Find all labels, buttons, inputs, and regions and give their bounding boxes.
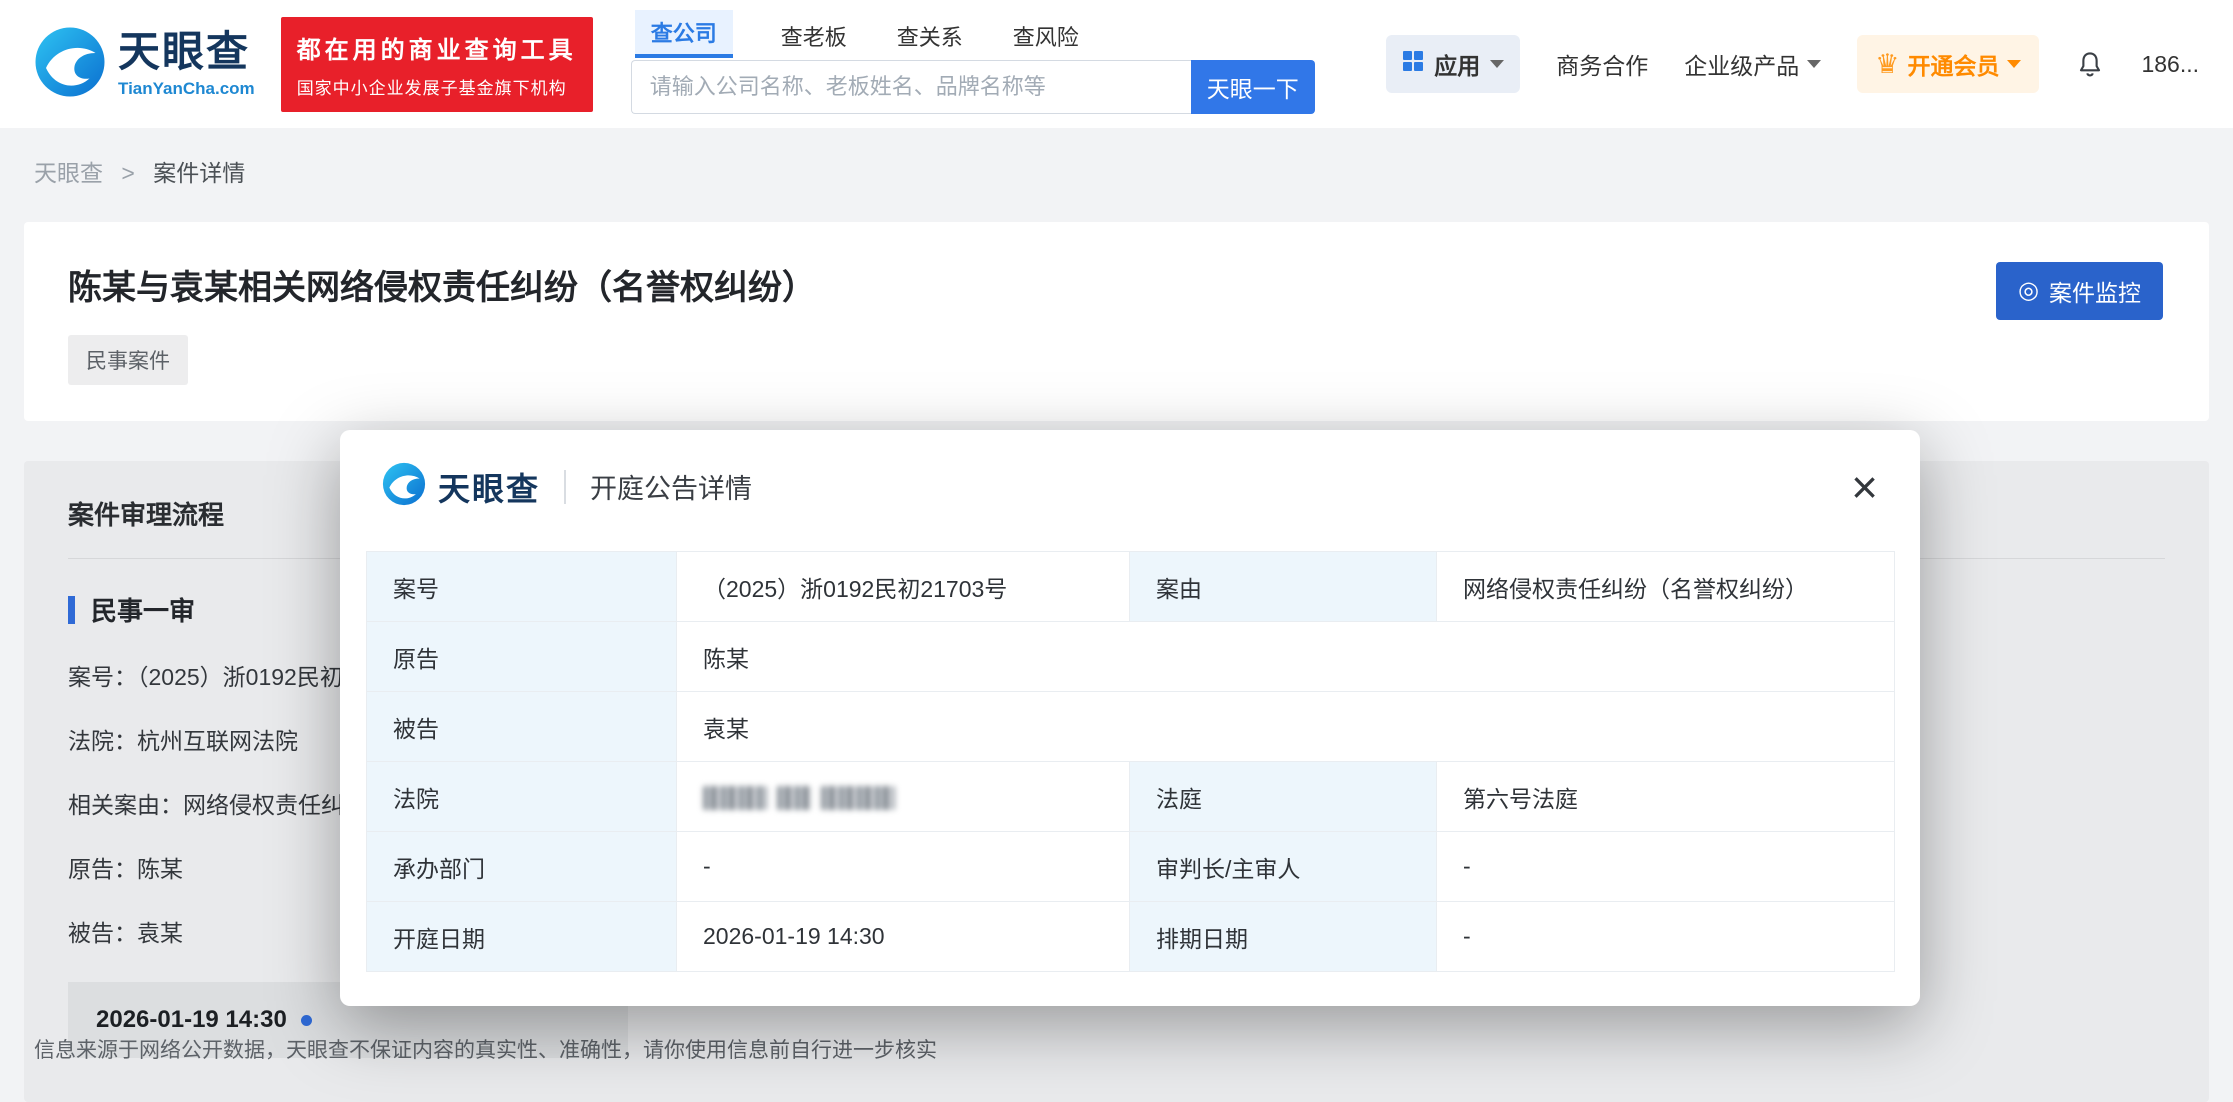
field-value: 网络侵权责任纠纷（名誉权纠纷）: [1436, 551, 1895, 622]
footer-disclaimer: 信息来源于网络公开数据，天眼查不保证内容的真实性、准确性，请你使用信息前自行进一…: [34, 1039, 937, 1062]
search-tab-company[interactable]: 查公司: [634, 10, 733, 58]
field-label: 法院: [366, 761, 677, 832]
hearing-detail-table: 案号 （2025）浙0192民初21703号 案由 网络侵权责任纠纷（名誉权纠纷） 原告…: [366, 551, 1895, 972]
brand-name: 天眼查: [118, 28, 251, 75]
chevron-down-icon: [1807, 60, 1822, 68]
promo-line-2: 国家中小企业发展子基金旗下机构: [296, 78, 567, 98]
field-label: 排期日期: [1129, 901, 1437, 972]
notification-bell-icon[interactable]: [2075, 49, 2105, 79]
search-tab-boss[interactable]: 查老板: [779, 14, 849, 58]
table-row: 案号 （2025）浙0192民初21703号 案由 网络侵权责任纠纷（名誉权纠纷）: [366, 551, 1895, 622]
promo-line-1: 都在用的商业查询工具: [296, 36, 577, 64]
field-value: -: [1436, 901, 1895, 972]
tianyancha-logo-icon: [382, 462, 426, 511]
modal-title: 开庭公告详情: [590, 474, 753, 504]
breadcrumb-separator: >: [121, 160, 135, 186]
search-area: 查公司 查老板 查关系 查风险 天眼一下: [630, 10, 1315, 114]
field-value: 第六号法庭: [1436, 761, 1895, 832]
breadcrumb-home-link[interactable]: 天眼查: [34, 160, 103, 186]
apps-grid-icon: [1402, 50, 1424, 78]
modal-header: 天眼查 开庭公告详情 ×: [340, 430, 1920, 533]
field-value: -: [1436, 831, 1895, 902]
search-tab-relation[interactable]: 查关系: [895, 14, 965, 58]
top-header: 天眼查 TianYanCha.com 都在用的商业查询工具 国家中小企业发展子基…: [0, 0, 2233, 128]
stage-accent-bar: [68, 595, 75, 624]
field-value: -: [676, 831, 1130, 902]
redacted-court-value: [703, 785, 767, 810]
apps-menu[interactable]: 应用: [1386, 35, 1521, 93]
field-value: 陈某: [676, 621, 1895, 692]
field-value: [676, 761, 1130, 832]
table-row: 法院 法庭 第六号法庭: [366, 761, 1895, 832]
search-tabs: 查公司 查老板 查关系 查风险: [631, 10, 1315, 58]
case-title-card: 陈某与袁某相关网络侵权责任纠纷（名誉权纠纷） 民事案件 ◎ 案件监控: [24, 222, 2209, 421]
breadcrumb-current: 案件详情: [153, 160, 246, 186]
table-row: 承办部门 - 审判长/主审人 -: [366, 831, 1895, 902]
monitor-icon: ◎: [2018, 277, 2039, 304]
case-type-badge: 民事案件: [68, 335, 188, 385]
search-button[interactable]: 天眼一下: [1190, 60, 1315, 114]
modal-brand-name: 天眼查: [438, 470, 541, 507]
apps-menu-label: 应用: [1434, 53, 1481, 79]
user-phone[interactable]: 186...: [2141, 51, 2199, 78]
nav-business-cooperation[interactable]: 商务合作: [1556, 47, 1648, 81]
promo-banner: 都在用的商业查询工具 国家中小企业发展子基金旗下机构: [280, 16, 593, 112]
redacted-court-value: [777, 785, 811, 810]
header-right-nav: 应用 商务合作 企业级产品 ♛ 开通会员 186...: [1386, 35, 2199, 93]
close-icon[interactable]: ×: [1851, 464, 1878, 510]
case-monitor-button[interactable]: ◎ 案件监控: [1996, 262, 2163, 320]
table-row: 原告 陈某: [366, 621, 1895, 692]
table-row: 开庭日期 2026-01-19 14:30 排期日期 -: [366, 901, 1895, 972]
chevron-down-icon: [1490, 60, 1505, 68]
field-value: 2026-01-19 14:30: [676, 901, 1130, 972]
field-label: 审判长/主审人: [1129, 831, 1437, 902]
page-title: 陈某与袁某相关网络侵权责任纠纷（名誉权纠纷）: [68, 269, 816, 307]
chevron-down-icon: [2007, 60, 2022, 68]
field-label: 案由: [1129, 551, 1437, 622]
tianyancha-logo[interactable]: 天眼查 TianYanCha.com: [34, 26, 255, 103]
timeline-date: 2026-01-19 14:30: [96, 1006, 287, 1033]
table-row: 被告 袁某: [366, 691, 1895, 762]
brand-domain: TianYanCha.com: [118, 79, 255, 98]
field-label: 法庭: [1129, 761, 1437, 832]
field-label: 被告: [366, 691, 677, 762]
nav-enterprise-products[interactable]: 企业级产品: [1684, 47, 1822, 81]
search-input[interactable]: [630, 60, 1191, 114]
field-label: 案号: [366, 551, 677, 622]
crown-icon: ♛: [1875, 48, 1900, 79]
search-tab-risk[interactable]: 查风险: [1011, 14, 1081, 58]
redacted-court-value: [821, 785, 895, 810]
tianyancha-logo-icon: [34, 26, 106, 103]
timeline-dot-icon: [300, 1014, 312, 1026]
field-label: 承办部门: [366, 831, 677, 902]
vip-label: 开通会员: [1907, 53, 2000, 79]
vip-upgrade-button[interactable]: ♛ 开通会员: [1857, 35, 2040, 93]
divider: [564, 469, 567, 504]
breadcrumb: 天眼查 > 案件详情: [34, 154, 2233, 188]
field-label: 原告: [366, 621, 677, 692]
field-label: 开庭日期: [366, 901, 677, 972]
field-value: 袁某: [676, 691, 1895, 762]
hearing-detail-modal: 天眼查 开庭公告详情 × 案号 （2025）浙0192民初21703号 案由 网络侵权…: [340, 430, 1920, 1006]
field-value: （2025）浙0192民初21703号: [676, 551, 1130, 622]
